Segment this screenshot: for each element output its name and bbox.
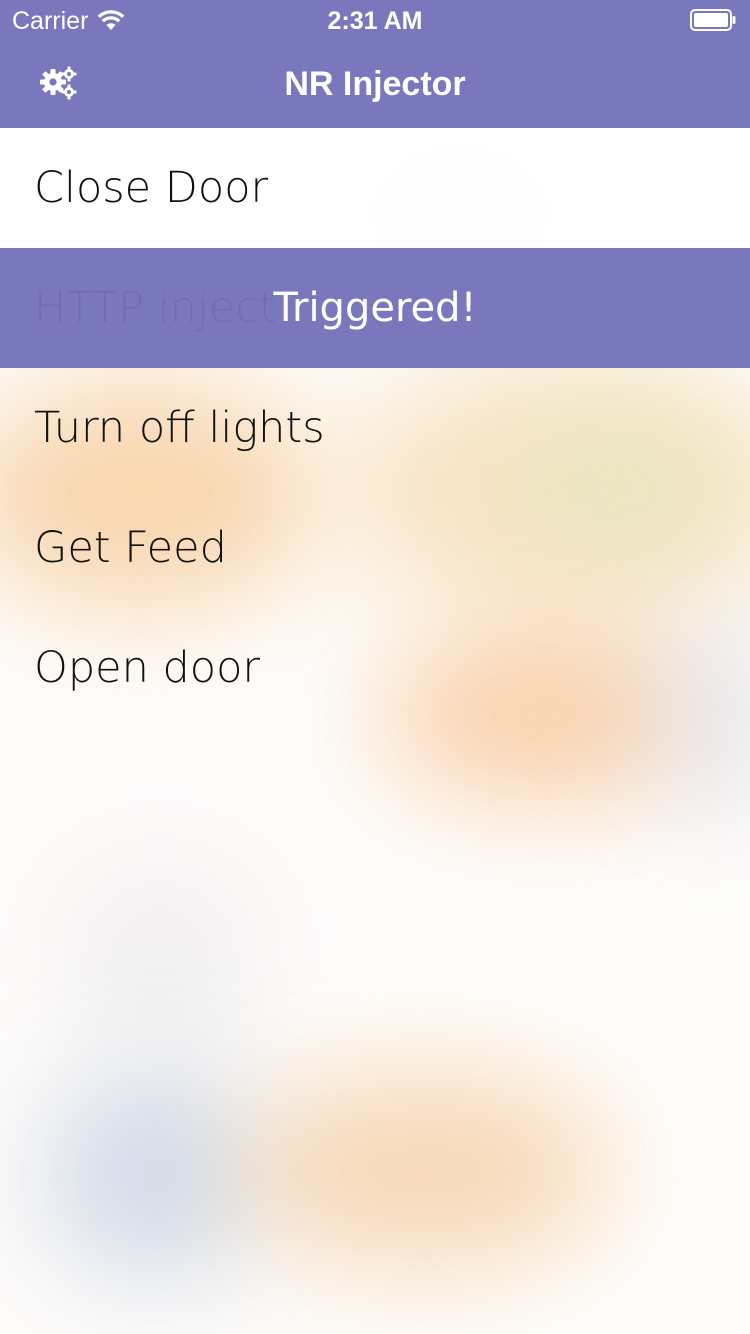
top-bar: Carrier 2:31 AM NR Injector <box>0 0 750 128</box>
list-item-label: Open door <box>34 643 261 693</box>
list-item-close-door[interactable]: Close Door <box>0 128 750 248</box>
list-item-http-inject[interactable]: HTTP inject Triggered! <box>0 248 750 368</box>
list-item-open-door[interactable]: Open door <box>0 608 750 728</box>
triggered-toast: Triggered! <box>273 285 477 331</box>
list-item-label: Close Door <box>34 163 269 213</box>
list-item-label: Get Feed <box>34 523 227 573</box>
list-item-label: Turn off lights <box>34 403 325 453</box>
battery-icon <box>690 9 736 31</box>
list-item-turn-off-lights[interactable]: Turn off lights <box>0 368 750 488</box>
status-time: 2:31 AM <box>327 7 423 35</box>
list-item-get-feed[interactable]: Get Feed <box>0 488 750 608</box>
injector-list: Close Door HTTP inject Triggered! Turn o… <box>0 128 750 728</box>
page-title: NR Injector <box>284 65 466 103</box>
